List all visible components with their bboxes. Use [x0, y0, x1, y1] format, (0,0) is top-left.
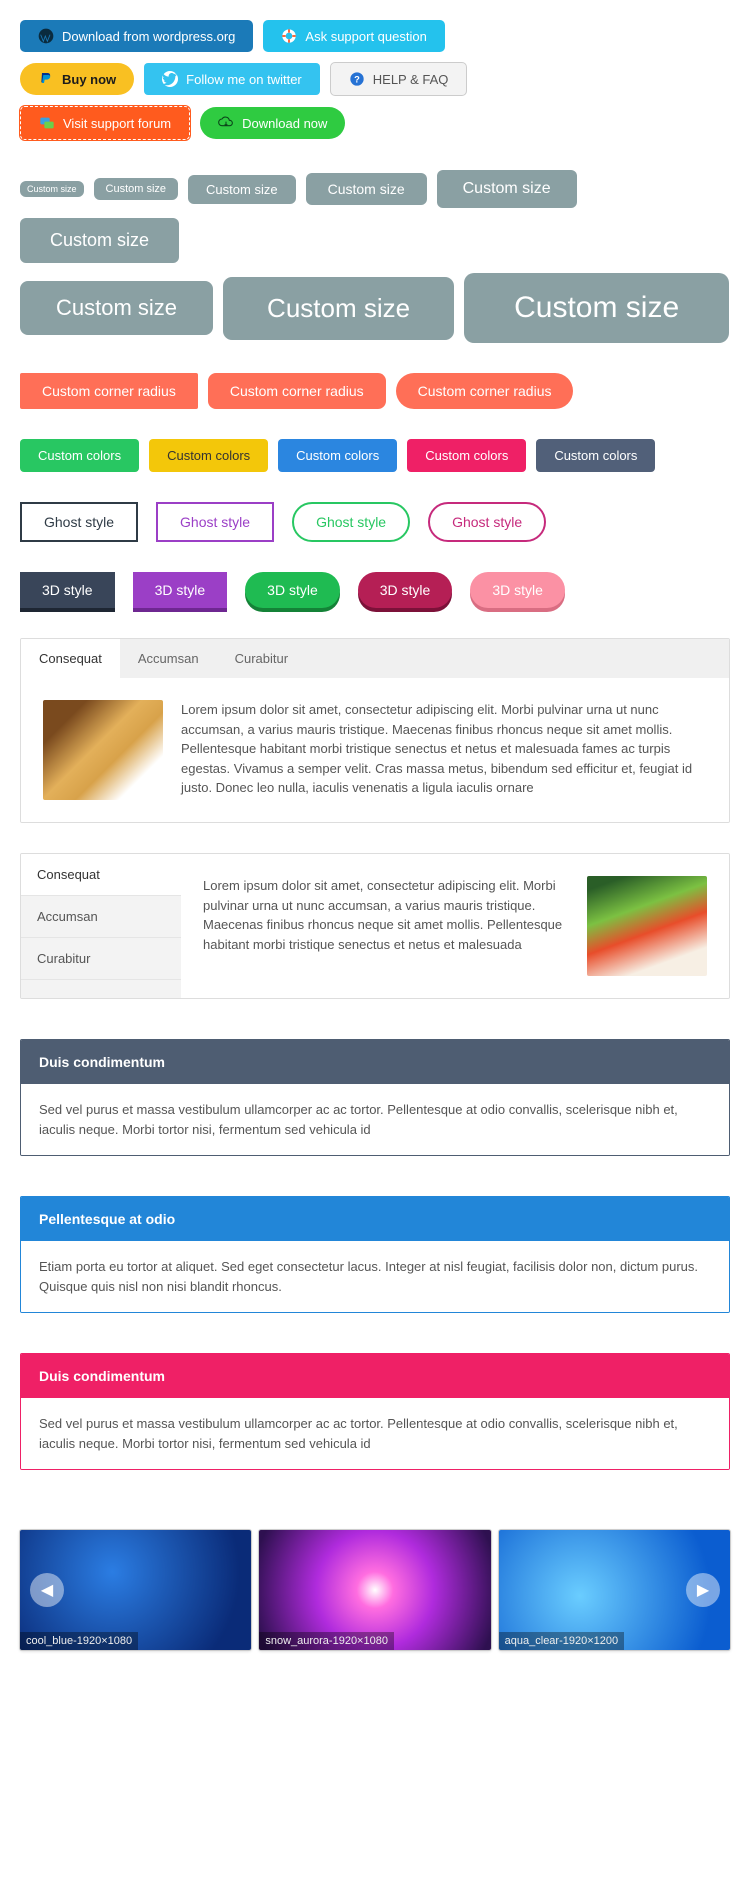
3d-button-green[interactable]: 3D style	[245, 572, 340, 608]
support-forum-button[interactable]: Visit support forum	[20, 106, 190, 140]
3d-button-wine[interactable]: 3D style	[358, 572, 453, 608]
3d-button-pink[interactable]: 3D style	[470, 572, 565, 608]
cloud-download-icon	[218, 115, 234, 131]
help-icon: ?	[349, 71, 365, 87]
tabs-nav: Consequat Accumsan Curabitur	[21, 639, 729, 678]
radius-button-1[interactable]: Custom corner radius	[20, 373, 198, 409]
panel-slate: Duis condimentum Sed vel purus et massa …	[20, 1039, 730, 1156]
tab-accumsan[interactable]: Accumsan	[120, 639, 217, 678]
tabs-vertical: Consequat Accumsan Curabitur Lorem ipsum…	[20, 853, 730, 999]
follow-twitter-button[interactable]: Follow me on twitter	[144, 63, 320, 95]
tab-consequat[interactable]: Consequat	[21, 854, 181, 896]
label: Buy now	[62, 72, 116, 87]
content-text: Lorem ipsum dolor sit amet, consectetur …	[203, 876, 569, 976]
label: Ask support question	[305, 29, 426, 44]
label: Follow me on twitter	[186, 72, 302, 87]
content-image	[43, 700, 163, 800]
3d-button-purple[interactable]: 3D style	[133, 572, 228, 608]
lifebuoy-icon	[281, 28, 297, 44]
panel-title: Duis condimentum	[21, 1354, 729, 1398]
image-carousel: cool_blue-1920×1080 snow_aurora-1920×108…	[20, 1530, 730, 1650]
carousel-prev-button[interactable]: ◀	[30, 1573, 64, 1607]
slide-caption: cool_blue-1920×1080	[20, 1632, 138, 1650]
size-button-4[interactable]: Custom size	[306, 173, 427, 205]
panel-body: Sed vel purus et massa vestibulum ullamc…	[21, 1398, 729, 1469]
slide-caption: aqua_clear-1920×1200	[499, 1632, 624, 1650]
carousel-next-button[interactable]: ▶	[686, 1573, 720, 1607]
size-button-1[interactable]: Custom size	[20, 181, 84, 197]
radius-button-3[interactable]: Custom corner radius	[396, 373, 574, 409]
wordpress-icon	[38, 28, 54, 44]
size-button-8[interactable]: Custom size	[223, 277, 454, 340]
label: HELP & FAQ	[373, 72, 449, 87]
ghost-button-green[interactable]: Ghost style	[292, 502, 410, 542]
3d-button-dark[interactable]: 3D style	[20, 572, 115, 608]
ghost-button-purple[interactable]: Ghost style	[156, 502, 274, 542]
tab-consequat[interactable]: Consequat	[21, 639, 120, 678]
label: Visit support forum	[63, 116, 171, 131]
twitter-icon	[162, 71, 178, 87]
tabs-nav: Consequat Accumsan Curabitur	[21, 854, 181, 998]
tab-content: Lorem ipsum dolor sit amet, consectetur …	[181, 854, 729, 998]
tab-curabitur[interactable]: Curabitur	[217, 639, 306, 678]
help-faq-button[interactable]: ? HELP & FAQ	[330, 62, 468, 96]
size-button-3[interactable]: Custom size	[188, 175, 296, 204]
download-now-button[interactable]: Download now	[200, 107, 345, 139]
panel-title: Duis condimentum	[21, 1040, 729, 1084]
tab-curabitur[interactable]: Curabitur	[21, 938, 181, 980]
forum-icon	[39, 115, 55, 131]
chevron-right-icon: ▶	[697, 1580, 709, 1600]
content-image	[587, 876, 707, 976]
panel-pink: Duis condimentum Sed vel purus et massa …	[20, 1353, 730, 1470]
tab-accumsan[interactable]: Accumsan	[21, 896, 181, 938]
size-button-5[interactable]: Custom size	[437, 170, 577, 208]
carousel-slide[interactable]: snow_aurora-1920×1080	[259, 1530, 490, 1650]
panel-body: Etiam porta eu tortor at aliquet. Sed eg…	[21, 1241, 729, 1312]
ghost-button-dark[interactable]: Ghost style	[20, 502, 138, 542]
buy-now-button[interactable]: Buy now	[20, 63, 134, 95]
slide-caption: snow_aurora-1920×1080	[259, 1632, 394, 1650]
tab-content: Lorem ipsum dolor sit amet, consectetur …	[21, 678, 729, 822]
download-wordpress-button[interactable]: Download from wordpress.org	[20, 20, 253, 52]
chevron-left-icon: ◀	[41, 1580, 53, 1600]
ghost-button-pink[interactable]: Ghost style	[428, 502, 546, 542]
color-button-yellow[interactable]: Custom colors	[149, 439, 268, 472]
label: Download from wordpress.org	[62, 29, 235, 44]
size-button-2[interactable]: Custom size	[94, 178, 179, 200]
radius-button-2[interactable]: Custom corner radius	[208, 373, 386, 409]
panel-body: Sed vel purus et massa vestibulum ullamc…	[21, 1084, 729, 1155]
panel-blue: Pellentesque at odio Etiam porta eu tort…	[20, 1196, 730, 1313]
ask-support-button[interactable]: Ask support question	[263, 20, 444, 52]
color-button-blue[interactable]: Custom colors	[278, 439, 397, 472]
color-button-pink[interactable]: Custom colors	[407, 439, 526, 472]
paypal-icon	[38, 71, 54, 87]
panel-title: Pellentesque at odio	[21, 1197, 729, 1241]
color-button-slate[interactable]: Custom colors	[536, 439, 655, 472]
content-text: Lorem ipsum dolor sit amet, consectetur …	[181, 700, 707, 800]
size-button-9[interactable]: Custom size	[464, 273, 729, 343]
size-button-6[interactable]: Custom size	[20, 218, 179, 263]
color-button-green[interactable]: Custom colors	[20, 439, 139, 472]
tabs-horizontal: Consequat Accumsan Curabitur Lorem ipsum…	[20, 638, 730, 823]
size-button-7[interactable]: Custom size	[20, 281, 213, 335]
label: Download now	[242, 116, 327, 131]
svg-text:?: ?	[354, 74, 360, 84]
